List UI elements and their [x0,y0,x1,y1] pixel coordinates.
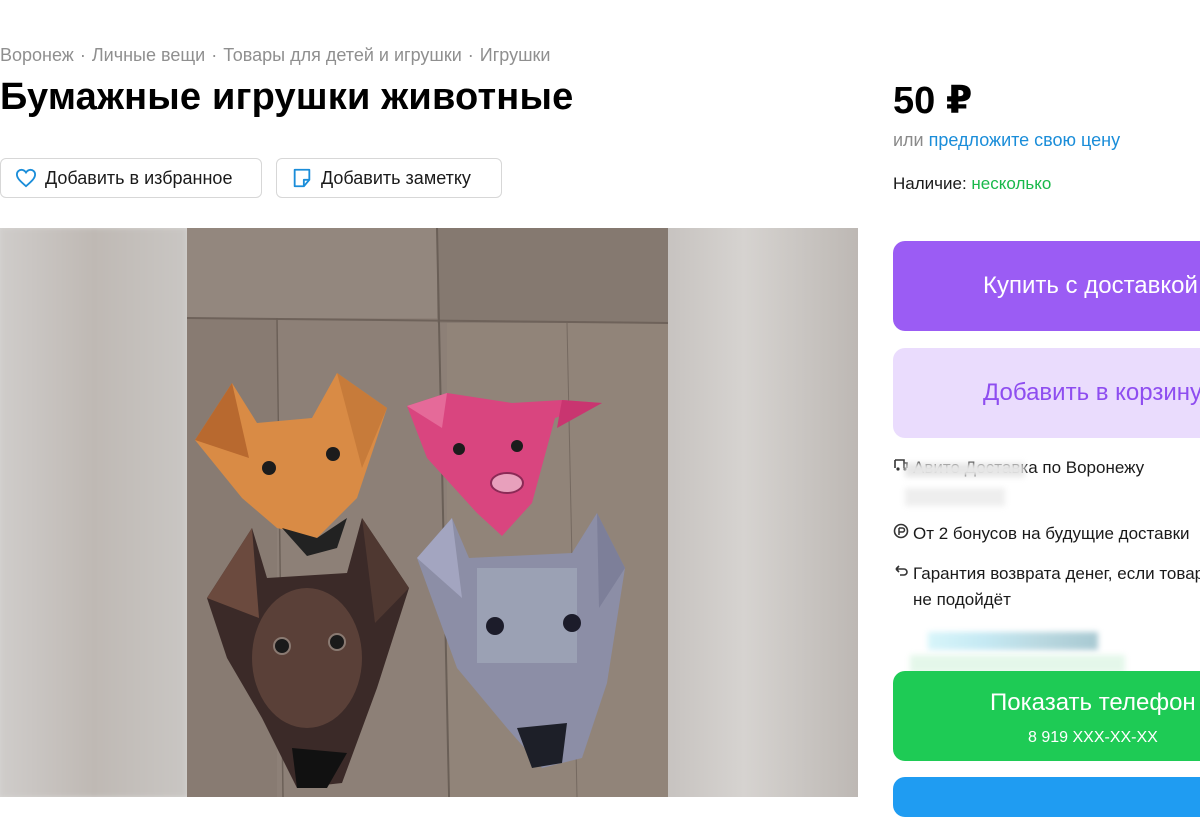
breadcrumb-toys[interactable]: Игрушки [480,45,551,65]
add-to-favorites-button[interactable]: Добавить в избранное [0,158,262,198]
breadcrumb-separator: · [79,45,86,65]
bonus-info: От 2 бонусов на будущие доставки [893,521,1190,548]
return-text-line-2: не подойдёт [913,590,1011,609]
buy-with-delivery-label: Купить с доставкой [983,272,1198,299]
blurred-redaction [905,488,1005,506]
availability: Наличие: несколько [893,174,1051,194]
bonus-text: От 2 бонусов на будущие доставки [913,524,1190,543]
return-icon [893,562,913,588]
offer-price-link[interactable]: предложите свою цену [929,130,1120,150]
gallery-blurred-background-right [668,228,858,797]
breadcrumb-personal-items[interactable]: Личные вещи [92,45,205,65]
add-to-cart-button[interactable]: Добавить в корзину [893,348,1200,438]
show-phone-label: Показать телефон [990,689,1196,716]
add-to-cart-label: Добавить в корзину [983,379,1200,406]
add-note-button[interactable]: Добавить заметку [276,158,502,198]
breadcrumb: Воронеж · Личные вещи · Товары для детей и и… [0,45,550,66]
offer-price-line: или предложите свою цену [893,130,1120,151]
return-text-line-1: Гарантия возврата денег, если товар [913,564,1200,583]
note-icon [293,168,311,188]
buy-with-delivery-button[interactable]: Купить с доставкой [893,241,1200,331]
return-guarantee-info: Гарантия возврата денег, если товар не по… [893,561,1200,613]
breadcrumb-city[interactable]: Воронеж [0,45,74,65]
gallery-blurred-background-left [0,228,187,797]
write-message-button[interactable] [893,777,1200,817]
photo-gallery[interactable] [0,228,858,797]
breadcrumb-separator: · [211,45,218,65]
show-phone-button[interactable]: Показать телефон 8 919 XXX-XX-XX [893,671,1200,761]
breadcrumb-separator: · [467,45,474,65]
phone-number: 8 919 XXX-XX-XX [1028,729,1158,746]
breadcrumb-kids-goods[interactable]: Товары для детей и игрушки [223,45,462,65]
blurred-redaction [928,632,1098,650]
price: 50 ₽ [893,80,973,122]
add-note-label: Добавить заметку [321,167,471,188]
heart-icon [15,168,37,188]
blurred-redaction [905,463,1025,477]
offer-prefix: или [893,130,924,150]
return-text: Гарантия возврата денег, если товар не по… [913,561,1200,613]
page-title: Бумажные игрушки животные [0,76,574,118]
product-photo[interactable] [187,228,668,797]
availability-value: несколько [971,174,1052,193]
availability-label: Наличие: [893,174,967,193]
add-to-favorites-label: Добавить в избранное [45,167,233,188]
bonus-icon [893,522,913,548]
